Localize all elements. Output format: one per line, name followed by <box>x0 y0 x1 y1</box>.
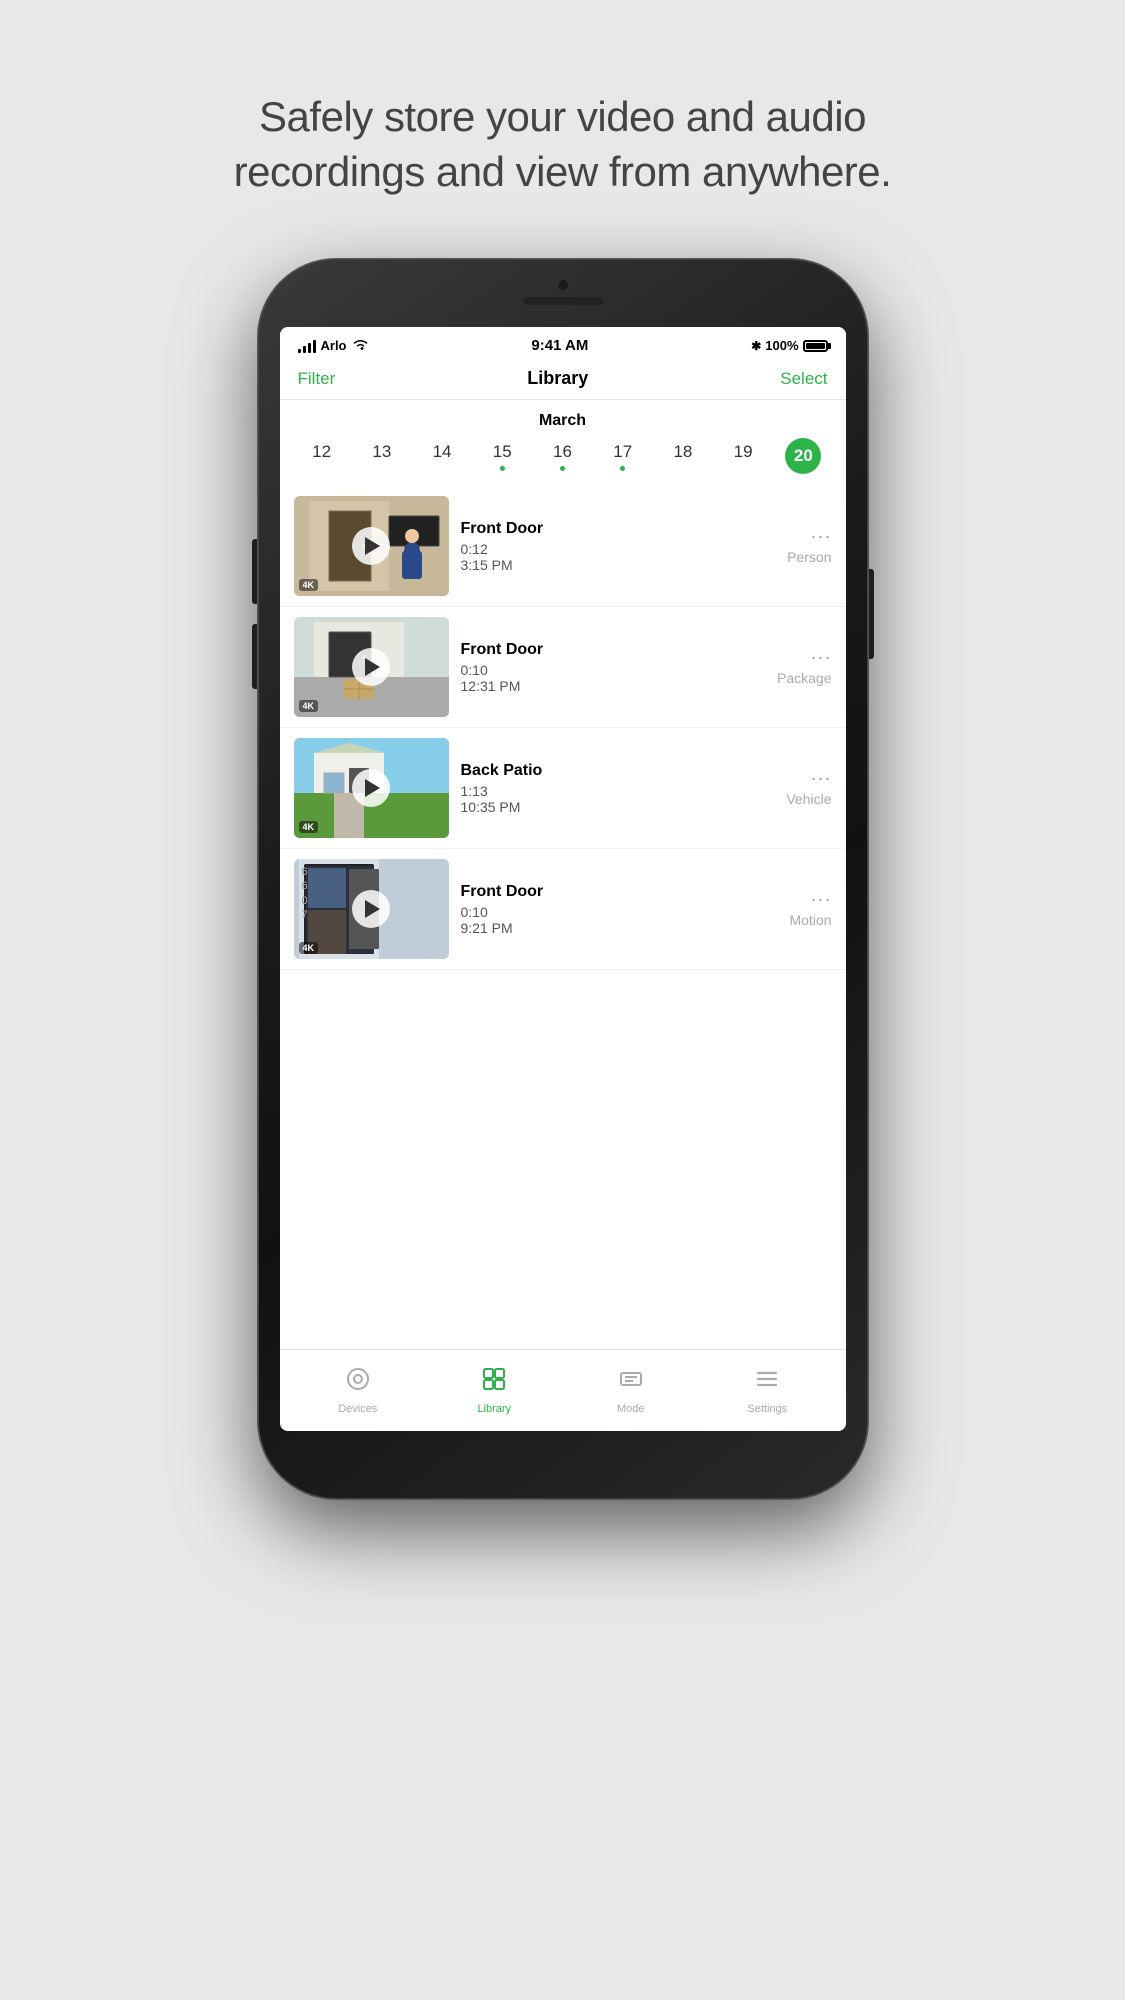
video-meta: ··· Vehicle <box>786 769 831 807</box>
dot-indicator <box>560 466 565 471</box>
thumbnail: 4K <box>294 738 449 838</box>
speaker <box>523 297 603 305</box>
tab-bar: Devices Library <box>280 1349 846 1431</box>
status-bar: Arlo 9:41 AM ✱ 100% <box>280 327 846 360</box>
play-button[interactable] <box>352 769 390 807</box>
phone-screen: Arlo 9:41 AM ✱ 100% <box>280 327 846 1431</box>
date-15[interactable]: 15 <box>484 442 520 471</box>
nav-header: Filter Library Select <box>280 360 846 400</box>
date-18[interactable]: 18 <box>665 442 701 471</box>
more-options[interactable]: ··· <box>811 648 832 666</box>
page-title: Library <box>527 368 588 389</box>
status-right: ✱ 100% <box>751 338 827 353</box>
battery-percent: 100% <box>765 338 798 353</box>
front-camera <box>557 279 569 291</box>
thumbnail: 6607 <box>294 617 449 717</box>
status-left: Arlo <box>298 338 369 354</box>
date-16[interactable]: 16 <box>544 442 580 471</box>
bluetooth-icon: ✱ <box>751 339 761 353</box>
select-button[interactable]: Select <box>780 369 827 389</box>
phone-top <box>523 279 603 305</box>
filter-button[interactable]: Filter <box>298 369 336 389</box>
carrier-label: Arlo <box>321 338 347 353</box>
tagline-line2: recordings and view from anywhere. <box>234 148 892 195</box>
more-options[interactable]: ··· <box>811 890 832 908</box>
thumbnail: 6607 <box>294 496 449 596</box>
date-20-active[interactable]: 20 <box>785 438 821 474</box>
video-meta: ··· Motion <box>789 890 831 928</box>
thumbnail: 6607 6607 4K <box>294 859 449 959</box>
tab-library[interactable]: Library <box>459 1366 529 1415</box>
video-info: Front Door 0:10 9:21 PM <box>461 883 778 936</box>
play-button[interactable] <box>352 527 390 565</box>
video-list: 6607 <box>280 486 846 970</box>
signal-icon <box>298 339 316 353</box>
video-item[interactable]: 6607 <box>280 607 846 728</box>
time-display: 9:41 AM <box>531 337 588 354</box>
video-info: Front Door 0:12 3:15 PM <box>461 520 776 573</box>
video-meta: ··· Package <box>777 648 831 686</box>
more-options[interactable]: ··· <box>811 527 832 545</box>
tab-mode[interactable]: Mode <box>596 1366 666 1415</box>
dot-indicator <box>620 466 625 471</box>
video-item[interactable]: 6607 6607 4K Front Door 0:10 9:21 PM <box>280 849 846 970</box>
tagline: Safely store your video and audio record… <box>234 90 892 199</box>
date-19[interactable]: 19 <box>725 442 761 471</box>
settings-icon <box>754 1366 780 1399</box>
video-meta: ··· Person <box>787 527 831 565</box>
play-button[interactable] <box>352 890 390 928</box>
mode-icon <box>618 1366 644 1399</box>
tagline-line1: Safely store your video and audio <box>259 93 866 140</box>
power-button <box>868 569 874 659</box>
phone-mockup: Arlo 9:41 AM ✱ 100% <box>258 259 868 1519</box>
tab-settings[interactable]: Settings <box>732 1366 802 1415</box>
date-14[interactable]: 14 <box>424 442 460 471</box>
date-17[interactable]: 17 <box>605 442 641 471</box>
4k-badge: 4K <box>299 821 319 833</box>
tab-devices[interactable]: Devices <box>323 1366 393 1415</box>
date-13[interactable]: 13 <box>364 442 400 471</box>
month-label: March <box>280 400 846 438</box>
library-icon <box>481 1366 507 1399</box>
volume-down-button <box>252 624 258 689</box>
video-item[interactable]: 4K Back Patio 1:13 10:35 PM ··· Vehicle <box>280 728 846 849</box>
4k-badge: 4K <box>299 942 319 954</box>
wifi-icon <box>352 338 369 354</box>
video-info: Back Patio 1:13 10:35 PM <box>461 762 775 815</box>
date-12[interactable]: 12 <box>304 442 340 471</box>
4k-badge: 4K <box>299 700 319 712</box>
dot-indicator <box>500 466 505 471</box>
devices-icon <box>345 1366 371 1399</box>
more-options[interactable]: ··· <box>811 769 832 787</box>
video-info: Front Door 0:10 12:31 PM <box>461 641 766 694</box>
play-button[interactable] <box>352 648 390 686</box>
volume-up-button <box>252 539 258 604</box>
video-item[interactable]: 6607 <box>280 486 846 607</box>
battery-icon <box>803 340 828 352</box>
date-row: 12 13 14 15 16 17 <box>280 438 846 486</box>
4k-badge: 4K <box>299 579 319 591</box>
